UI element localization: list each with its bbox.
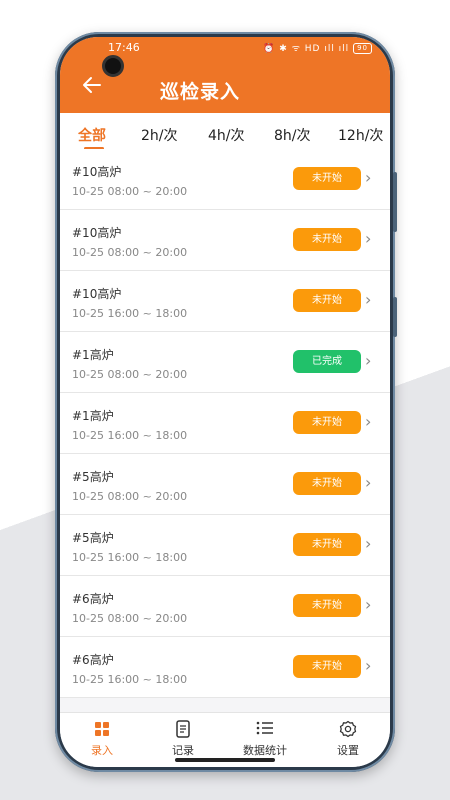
tab-8h[interactable]: 8h/次 — [274, 125, 311, 145]
furnace-name: #1高炉 — [72, 348, 114, 362]
time-range: 10-25 16:00 ~ 18:00 — [72, 551, 188, 564]
chevron-right-icon: › — [365, 351, 372, 370]
tab-12h[interactable]: 12h/次 — [338, 125, 383, 145]
furnace-name: #5高炉 — [72, 470, 114, 484]
nav-settings-label: 设置 — [337, 744, 359, 757]
chevron-right-icon: › — [365, 168, 372, 187]
list-item[interactable]: #10高炉 10-25 16:00 ~ 18:00 未开始 › — [60, 271, 390, 332]
status-time: 17:46 — [108, 41, 140, 54]
back-arrow-icon[interactable] — [82, 75, 106, 99]
nav-settings[interactable]: 设置 — [313, 720, 383, 758]
status-badge: 未开始 — [293, 228, 361, 251]
battery-icon: 90 — [353, 43, 372, 54]
status-badge: 未开始 — [293, 655, 361, 678]
power-button — [393, 297, 397, 337]
nav-records[interactable]: 记录 — [148, 720, 218, 758]
list-item[interactable]: #1高炉 10-25 16:00 ~ 18:00 未开始 › — [60, 393, 390, 454]
list-item[interactable]: #10高炉 10-25 08:00 ~ 20:00 未开始 › — [60, 149, 390, 210]
front-camera — [102, 55, 124, 77]
status-badge: 未开始 — [293, 411, 361, 434]
chevron-right-icon: › — [365, 412, 372, 431]
time-range: 10-25 08:00 ~ 20:00 — [72, 246, 188, 259]
chevron-right-icon: › — [365, 290, 372, 309]
list-item[interactable]: #6高炉 10-25 08:00 ~ 20:00 未开始 › — [60, 576, 390, 637]
status-icons: ⏰ ✱ ᯤ HD ıll ıll 90 — [263, 41, 372, 54]
nav-statistics-label: 数据统计 — [243, 744, 287, 757]
list-icon — [230, 720, 300, 740]
chevron-right-icon: › — [365, 229, 372, 248]
chevron-right-icon: › — [365, 595, 372, 614]
app-screen: 17:46 ⏰ ✱ ᯤ HD ıll ıll 90 巡检录入 全部 2h/次 4… — [60, 37, 390, 767]
nav-entry[interactable]: 录入 — [67, 720, 137, 758]
status-badge: 已完成 — [293, 350, 361, 373]
furnace-name: #10高炉 — [72, 226, 122, 240]
nav-statistics[interactable]: 数据统计 — [230, 720, 300, 758]
list-item[interactable]: #5高炉 10-25 08:00 ~ 20:00 未开始 › — [60, 454, 390, 515]
volume-button — [393, 172, 397, 232]
status-badge: 未开始 — [293, 289, 361, 312]
document-icon — [148, 720, 218, 740]
time-range: 10-25 16:00 ~ 18:00 — [72, 429, 188, 442]
time-range: 10-25 08:00 ~ 20:00 — [72, 185, 188, 198]
frequency-tabs: 全部 2h/次 4h/次 8h/次 12h/次 — [60, 113, 390, 153]
time-range: 10-25 16:00 ~ 18:00 — [72, 673, 188, 686]
tab-2h[interactable]: 2h/次 — [141, 125, 178, 145]
furnace-name: #6高炉 — [72, 592, 114, 606]
time-range: 10-25 08:00 ~ 20:00 — [72, 612, 188, 625]
home-indicator — [175, 758, 275, 762]
page-title: 巡检录入 — [160, 81, 241, 103]
status-badge: 未开始 — [293, 594, 361, 617]
list-item[interactable]: #5高炉 10-25 16:00 ~ 18:00 未开始 › — [60, 515, 390, 576]
tab-all[interactable]: 全部 — [78, 125, 106, 145]
app-header: 17:46 ⏰ ✱ ᯤ HD ıll ıll 90 巡检录入 — [60, 37, 390, 113]
list-item[interactable]: #10高炉 10-25 08:00 ~ 20:00 未开始 › — [60, 210, 390, 271]
gear-icon — [313, 720, 383, 740]
time-range: 10-25 16:00 ~ 18:00 — [72, 307, 188, 320]
chevron-right-icon: › — [365, 473, 372, 492]
phone-frame: 17:46 ⏰ ✱ ᯤ HD ıll ıll 90 巡检录入 全部 2h/次 4… — [55, 32, 397, 772]
nav-entry-label: 录入 — [91, 744, 113, 757]
time-range: 10-25 08:00 ~ 20:00 — [72, 490, 188, 503]
status-icon-glyphs: ⏰ ✱ ᯤ HD ıll ıll — [263, 44, 350, 54]
time-range: 10-25 08:00 ~ 20:00 — [72, 368, 188, 381]
furnace-name: #6高炉 — [72, 653, 114, 667]
furnace-name: #1高炉 — [72, 409, 114, 423]
status-badge: 未开始 — [293, 472, 361, 495]
list-item[interactable]: #6高炉 10-25 16:00 ~ 18:00 未开始 › — [60, 637, 390, 698]
status-badge: 未开始 — [293, 167, 361, 190]
list-item[interactable]: #1高炉 10-25 08:00 ~ 20:00 已完成 › — [60, 332, 390, 393]
furnace-name: #5高炉 — [72, 531, 114, 545]
grid-icon — [67, 720, 137, 740]
nav-records-label: 记录 — [172, 744, 194, 757]
status-badge: 未开始 — [293, 533, 361, 556]
furnace-name: #10高炉 — [72, 165, 122, 179]
furnace-name: #10高炉 — [72, 287, 122, 301]
chevron-right-icon: › — [365, 656, 372, 675]
tab-4h[interactable]: 4h/次 — [208, 125, 245, 145]
inspection-list: #10高炉 10-25 08:00 ~ 20:00 未开始 › #10高炉 10… — [60, 149, 390, 712]
chevron-right-icon: › — [365, 534, 372, 553]
